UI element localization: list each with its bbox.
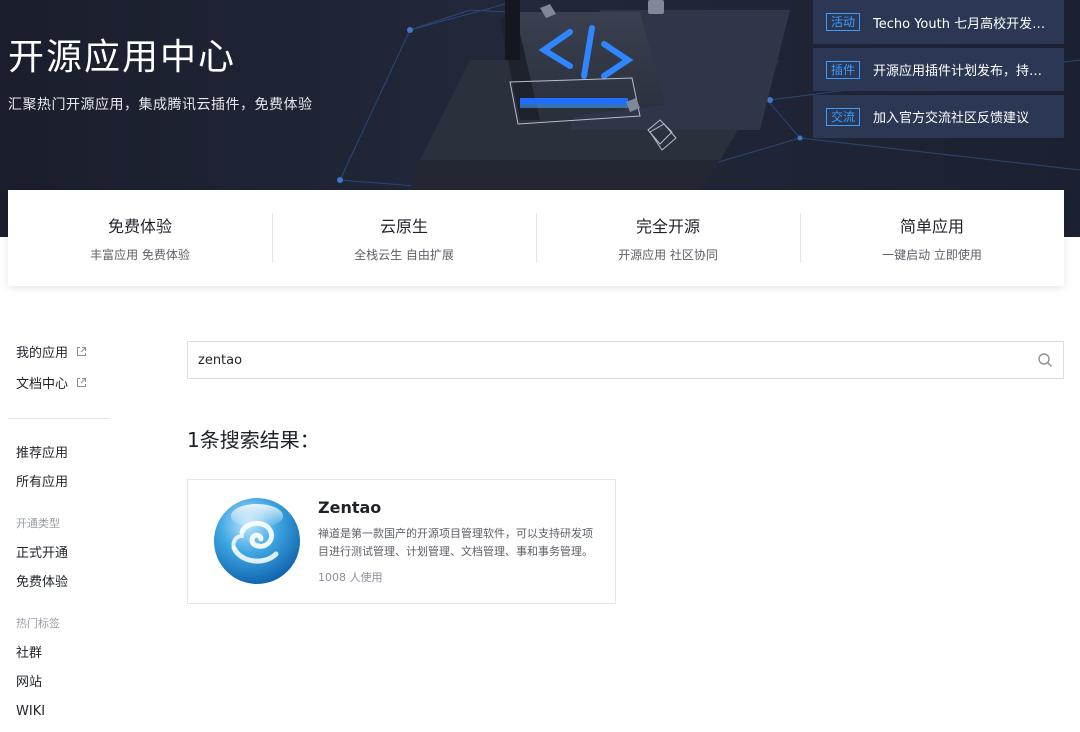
sidebar-tag-website[interactable]: 网站 [16,673,116,693]
news-tag: 交流 [826,107,861,126]
feature-title: 简单应用 [899,217,964,236]
app-description: 禅道是第一款国产的开源项目管理软件，可以支持研发项目进行测试管理、计划管理、文档… [318,527,593,558]
external-link-icon [77,377,87,387]
sidebar-tag-wiki[interactable]: WIKI [16,702,116,722]
feature-cloud-native: 云原生 全栈云生 自由扩展 [272,213,536,263]
sidebar-divider [8,418,110,419]
result-count: 1条搜索结果： [187,428,320,452]
search-box [187,341,1064,379]
sidebar-item-all[interactable]: 所有应用 [16,473,116,493]
hero-subtitle: 汇聚热门开源应用，集成腾讯云插件，免费体验 [8,97,313,113]
feature-title: 完全开源 [635,217,700,236]
app-name[interactable]: Zentao [318,498,381,517]
news-item-community[interactable]: 交流 加入官方交流社区反馈建议 [813,95,1064,138]
sidebar-item-free-trial[interactable]: 免费体验 [16,573,116,593]
sidebar-link-label: 文档中心 [16,376,69,392]
news-item-plugin[interactable]: 插件 开源应用插件计划发布，持续... [813,48,1064,91]
news-tag: 插件 [826,60,861,79]
feature-open-source: 完全开源 开源应用 社区协同 [536,213,800,263]
news-text: Techo Youth 七月高校开发者... [873,16,1051,32]
sidebar-link-label: 我的应用 [16,345,69,361]
hero-title: 开源应用中心 [8,37,237,78]
sidebar-item-formal[interactable]: 正式开通 [16,544,116,564]
zentao-logo [214,498,300,584]
app-user-count: 1008 人使用 [318,571,383,584]
sidebar-links: 我的应用 文档中心 [16,340,116,402]
news-text: 开源应用插件计划发布，持续... [873,64,1051,79]
sidebar-nav: 推荐应用 所有应用 开通类型 正式开通 免费体验 热门标签 社群 网站 WIKI [16,444,116,722]
feature-title: 免费体验 [107,217,172,236]
news-tag: 活动 [826,13,861,31]
search-icon[interactable] [1037,352,1053,368]
news-text: 加入官方交流社区反馈建议 [873,111,1030,126]
feature-bar: 免费体验 丰富应用 免费体验 云原生 全栈云生 自由扩展 完全开源 开源应用 社… [8,190,1064,286]
sidebar-item-recommended[interactable]: 推荐应用 [16,444,116,464]
news-list: 活动 Techo Youth 七月高校开发者... 插件 开源应用插件计划发布，… [813,0,1064,142]
external-link-icon [77,346,87,356]
search-input[interactable] [198,352,1037,368]
sidebar-link-my-apps[interactable]: 我的应用 [16,340,116,362]
news-item-activity[interactable]: 活动 Techo Youth 七月高校开发者... [813,0,1064,44]
app-card[interactable]: Zentao 禅道是第一款国产的开源项目管理软件，可以支持研发项目进行测试管理、… [187,479,616,604]
sidebar-group-open-type: 开通类型 [16,517,60,530]
sidebar-link-docs[interactable]: 文档中心 [16,371,116,393]
feature-desc: 丰富应用 免费体验 [90,248,190,262]
feature-title: 云原生 [379,217,428,236]
feature-free-trial: 免费体验 丰富应用 免费体验 [8,213,272,263]
feature-simple-use: 简单应用 一键启动 立即使用 [800,213,1064,263]
feature-desc: 开源应用 社区协同 [618,248,718,262]
sidebar-group-hot-tags: 热门标签 [16,617,60,630]
feature-desc: 一键启动 立即使用 [882,248,982,262]
sidebar-tag-community[interactable]: 社群 [16,644,116,664]
page: 开源应用中心 汇聚热门开源应用，集成腾讯云插件，免费体验 活动 Techo Yo… [0,0,1080,732]
feature-desc: 全栈云生 自由扩展 [354,248,454,262]
